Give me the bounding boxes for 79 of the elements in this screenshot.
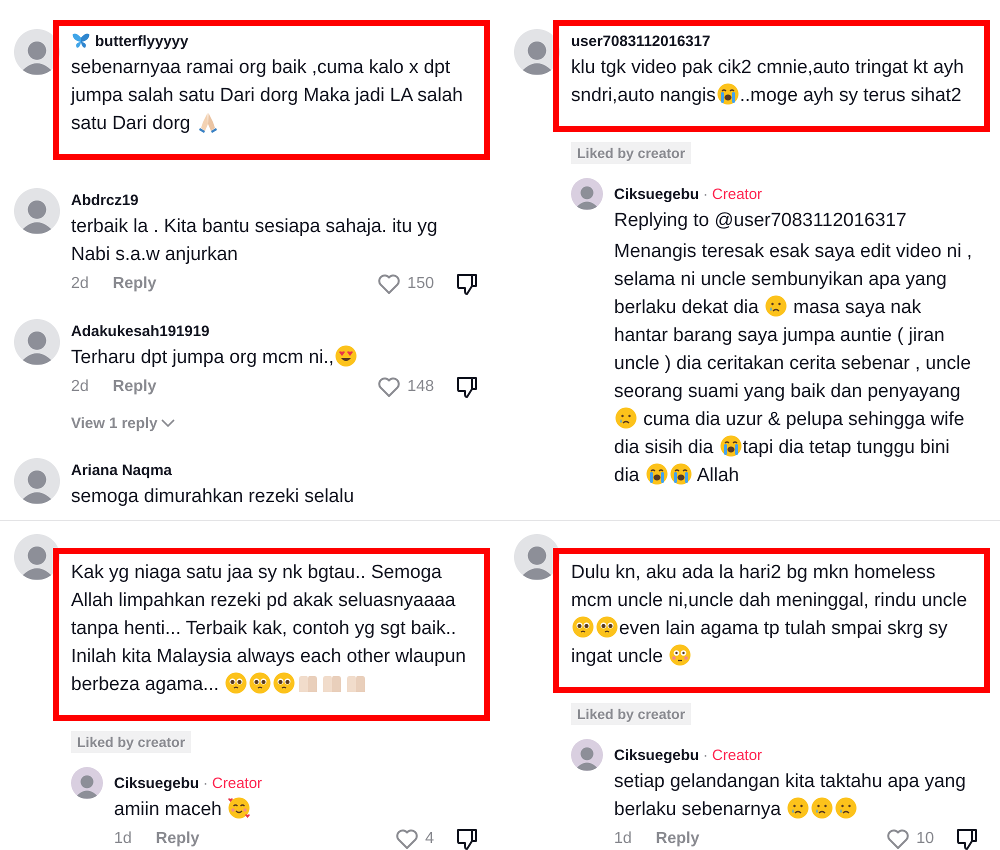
thumb-down-icon xyxy=(956,827,978,850)
crying-face-icon xyxy=(614,406,638,430)
comment-text: semoga dimurahkan rezeki selalu xyxy=(71,485,356,509)
like-button[interactable]: 148 xyxy=(377,376,434,398)
view-replies-button[interactable]: View 1 reply xyxy=(71,408,176,438)
crying-face-icon xyxy=(764,294,788,318)
avatar xyxy=(14,534,60,580)
comment-text: terbaik la . Kita bantu sesiapa sahaja. itu yg Nabi s.a.w anjurkan xyxy=(71,215,439,267)
smiling-face-with-hearts-icon xyxy=(227,796,251,820)
pleading-face-icon xyxy=(272,671,296,695)
avatar xyxy=(514,534,560,580)
avatar xyxy=(14,188,60,234)
comment-time: 2d xyxy=(71,378,89,396)
username: Ciksuegebu xyxy=(614,746,700,764)
comment-time: 2d xyxy=(71,275,89,293)
like-button[interactable]: 150 xyxy=(377,273,434,295)
chevron-down-icon xyxy=(161,418,176,428)
comment-text: Menangis teresak esak saya edit video ni , selama ni uncle sembunyikan apa yang berlaku dekat dia masa saya nak hantar barang saya jumpa auntie ( jiran uncle ) dia ceritakan cerita sebenar , uncle seorang suami yang baik dan penyayang cuma dia uzur & pelupa sehingga wife dia sisih dia tapi dia tetap tunggu bini dia Allah xyxy=(614,240,974,488)
liked-by-creator-tag: Liked by creator xyxy=(71,731,192,753)
dislike-button[interactable] xyxy=(456,272,478,296)
username: Ariana Naqma xyxy=(71,462,172,478)
reply-button[interactable]: Reply xyxy=(156,830,200,848)
reply-button[interactable]: Reply xyxy=(112,378,156,396)
comment-text: setiap gelandangan kita taktahu apa yang berlaku sebenarnya xyxy=(614,770,967,822)
avatar xyxy=(71,767,103,799)
liked-by-creator-tag: Liked by creator xyxy=(571,703,692,725)
heart-icon xyxy=(377,376,402,398)
like-button[interactable]: 10 xyxy=(886,828,934,850)
comment-text: klu tgk video pak cik2 cmnie,auto tringat kt ayh sndri,auto nangis ..moge ayh sy terus sihat2 xyxy=(571,56,965,108)
thumb-down-icon xyxy=(456,375,478,399)
username: Abdrcz19 xyxy=(71,192,139,208)
sobbing-face-icon xyxy=(644,462,669,486)
dislike-button[interactable] xyxy=(456,827,478,850)
replying-to-text: Replying to @user7083112016317 xyxy=(614,209,908,233)
crying-face-icon xyxy=(834,796,858,820)
pleading-face-icon xyxy=(595,615,619,639)
thumb-down-icon xyxy=(456,827,478,850)
heart-icon xyxy=(377,273,402,295)
separator-dot: · xyxy=(703,186,708,202)
dislike-button[interactable] xyxy=(956,827,978,850)
comment-time: 1d xyxy=(114,830,132,848)
thumb-down-icon xyxy=(456,272,478,296)
heart-eyes-face-icon xyxy=(334,344,358,368)
comment-text: amiin maceh xyxy=(114,796,478,824)
avatar xyxy=(571,739,603,771)
comment-text: Terharu dpt jumpa org mcm ni., xyxy=(71,344,478,372)
sobbing-face-icon xyxy=(716,82,740,106)
heart-icon xyxy=(395,828,420,850)
dislike-button[interactable] xyxy=(456,375,478,399)
reply-button[interactable]: Reply xyxy=(112,275,156,293)
avatar xyxy=(14,319,60,365)
pleading-face-icon xyxy=(224,671,248,695)
comment-text: Dulu kn, aku ada la hari2 bg mkn homeless mcm uncle ni,uncle dah meninggal, rindu uncle even lain agama tp tulah smpai skrg sy ingat uncle xyxy=(571,561,968,669)
creator-label: Creator xyxy=(712,746,762,764)
like-button[interactable]: 4 xyxy=(395,828,434,850)
reply-button[interactable]: Reply xyxy=(656,830,700,848)
separator-dot: · xyxy=(703,746,708,764)
comment-time: 1d xyxy=(614,830,632,848)
pleading-face-icon xyxy=(248,671,272,695)
sobbing-face-icon xyxy=(718,434,743,458)
creator-label: Creator xyxy=(212,774,262,792)
heart-icon xyxy=(886,828,910,850)
avatar xyxy=(571,178,603,210)
comment-text: sebenarnyaa ramai org baik ,cuma kalo x dpt jumpa salah satu Dari dorg Maka jadi LA salah satu Dari dorg xyxy=(71,56,464,136)
username: Adakukesah191919 xyxy=(71,322,210,340)
comment-text: Kak yg niaga satu jaa sy nk bgtau.. Semoga Allah limpahkan rezeki pd akak seluasnyaaaa tanpa henti... Terbaik kak, contoh yg sgt baik.. Inilah kita Malaysia always each other wlaupun berbeza agama... xyxy=(71,561,467,697)
sobbing-face-icon xyxy=(668,462,693,486)
separator-dot: · xyxy=(203,774,208,792)
username: user7083112016317 xyxy=(571,32,710,50)
username: Ciksuegebu xyxy=(614,186,700,202)
crying-face-icon xyxy=(786,796,810,820)
flushed-face-icon xyxy=(668,643,692,667)
pleading-face-icon xyxy=(571,615,595,639)
creator-label: Creator xyxy=(712,186,762,202)
crying-face-icon xyxy=(810,796,834,820)
liked-by-creator-tag: Liked by creator xyxy=(571,142,692,164)
username: butterflyyyyy xyxy=(95,32,188,50)
username: Ciksuegebu xyxy=(114,774,200,792)
avatar xyxy=(14,458,60,504)
